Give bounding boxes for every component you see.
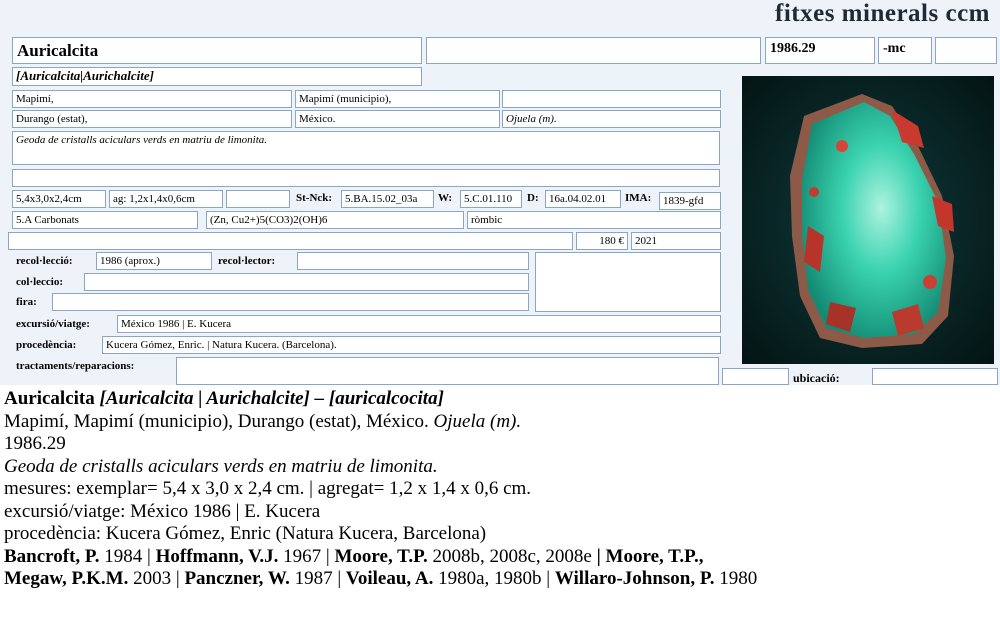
ref-year: 1980	[714, 568, 758, 589]
dana-field[interactable]: 16a.04.02.01	[545, 190, 621, 208]
suffix-field[interactable]: -mc	[878, 37, 932, 64]
state-field[interactable]: Durango (estat),	[12, 110, 292, 128]
summary-measures: mesures: exemplar= 5,4 x 3,0 x 2,4 cm. |…	[4, 478, 532, 499]
fair-field[interactable]	[52, 293, 529, 311]
references-line-2: Megaw, P.K.M. 2003 | Panczner, W. 1987 |…	[4, 568, 998, 591]
summary-locality-plain: Mapimí, Mapimí (municipio), Durango (est…	[4, 410, 429, 432]
collection-label: col·leccio:	[16, 276, 64, 288]
catalog-code-field[interactable]: 1986.29	[765, 37, 875, 64]
price-field[interactable]: 180 €	[576, 232, 628, 250]
summary-origin: procedència: Kucera Gómez, Enric (Natura…	[4, 523, 487, 544]
empty-field-2[interactable]	[935, 37, 997, 64]
summary-synonyms: [Auricalcita | Aurichalcite] – [auricalc…	[99, 388, 444, 409]
collector-field[interactable]	[297, 252, 529, 270]
ref-author: Hoffmann, V.J.	[155, 545, 279, 567]
empty-field-1[interactable]	[426, 37, 761, 64]
ref-author: Willaro-Johnson, P.	[554, 568, 715, 589]
summary-name: Auricalcita	[4, 388, 95, 409]
country-field[interactable]: México.	[295, 110, 500, 128]
ref-year: 1984 |	[99, 545, 156, 567]
empty-wide-field[interactable]	[8, 232, 573, 250]
summary-trip: excursió/viatge: México 1986 | E. Kucera	[4, 500, 321, 522]
ima-field[interactable]: 1839-gfd	[659, 192, 721, 210]
class-field[interactable]: 5.A Carbonats	[12, 211, 198, 229]
locality-field[interactable]: Mapimí,	[12, 90, 292, 108]
specimen-photo	[742, 76, 994, 364]
year-field[interactable]: 2021	[631, 232, 721, 250]
empty-box-field[interactable]	[535, 252, 721, 312]
ref-author: | Moore, T.P.,	[596, 545, 704, 567]
aggregate-size-field[interactable]: ag: 1,2x1,4x0,6cm	[109, 190, 223, 208]
ref-author: Bancroft, P.	[4, 545, 100, 567]
dana-label: D:	[527, 192, 539, 204]
location-field[interactable]	[872, 368, 998, 385]
ref-author: Moore, T.P.	[334, 545, 428, 567]
ima-label: IMA:	[625, 192, 652, 204]
ref-year: 1987 |	[289, 568, 346, 589]
empty-notes-field[interactable]	[12, 169, 720, 187]
size-field[interactable]: 5,4x3,0x2,4cm	[12, 190, 106, 208]
weiss-label: W:	[438, 192, 453, 204]
origin-field[interactable]: Kucera Gómez, Enric. | Natura Kucera. (B…	[102, 336, 721, 354]
empty-location-field[interactable]	[502, 90, 721, 108]
references-line-1: Bancroft, P. 1984 | Hoffmann, V.J. 1967 …	[4, 546, 998, 569]
collection-field[interactable]	[84, 273, 529, 291]
summary-locality-mine: Ojuela (m).	[433, 410, 522, 432]
trip-field[interactable]: México 1986 | E. Kucera	[117, 315, 721, 333]
formula-field[interactable]: (Zn, Cu2+)5(CO3)2(OH)6	[206, 211, 464, 229]
collection-date-field[interactable]: 1986 (aprox.)	[96, 252, 212, 270]
fair-label: fira:	[16, 296, 37, 308]
empty-size-field[interactable]	[226, 190, 290, 208]
mine-field[interactable]: Ojuela (m).	[502, 110, 721, 128]
treatments-field[interactable]	[176, 357, 719, 385]
strunz-field[interactable]: 5.BA.15.02_03a	[341, 190, 434, 208]
synonyms-field[interactable]: [Auricalcita|Aurichalcite]	[12, 67, 422, 86]
origin-label: procedència:	[16, 339, 77, 351]
ref-year: 1967 |	[278, 545, 335, 567]
ref-author: Megaw, P.K.M.	[4, 568, 129, 589]
location-label: ubicació:	[793, 371, 840, 385]
summary-code: 1986.29	[4, 433, 66, 454]
empty-small-field[interactable]	[722, 368, 789, 385]
ref-year: 2003 |	[128, 568, 185, 589]
ref-author: Panczner, W.	[184, 568, 290, 589]
ref-year: 1980a, 1980b |	[433, 568, 555, 589]
ref-year: 2008b, 2008c, 2008e	[427, 545, 597, 567]
summary-text: Auricalcita [Auricalcita | Aurichalcite]…	[4, 388, 998, 591]
trip-label: excursió/viatge:	[16, 318, 90, 330]
municipality-field[interactable]: Mapimí (municipio),	[295, 90, 500, 108]
summary-locality: Mapimí, Mapimí (municipio), Durango (est…	[4, 411, 998, 434]
description-field[interactable]: Geoda de cristalls aciculars verds en ma…	[12, 131, 720, 165]
specimen-illustration	[742, 76, 994, 364]
weiss-field[interactable]: 5.C.01.110	[460, 190, 522, 208]
mineral-card: fitxes minerals ccm Auricalcita 1986.29 …	[0, 0, 1000, 385]
summary-title: Auricalcita [Auricalcita | Aurichalcite]…	[4, 388, 998, 411]
treatments-label: tractaments/reparacions:	[16, 360, 135, 372]
mineral-name-field[interactable]: Auricalcita	[12, 37, 422, 64]
summary-description: Geoda de cristalls aciculars verds en ma…	[4, 455, 438, 477]
collector-label: recol·lector:	[218, 255, 276, 267]
collection-date-label: recol·lecció:	[16, 255, 73, 267]
crystal-system-field[interactable]: ròmbic	[467, 211, 721, 229]
ref-author: Voileau, A.	[345, 568, 434, 589]
strunz-label: St-Nck:	[296, 192, 333, 204]
brand-title: fitxes minerals ccm	[775, 0, 990, 27]
